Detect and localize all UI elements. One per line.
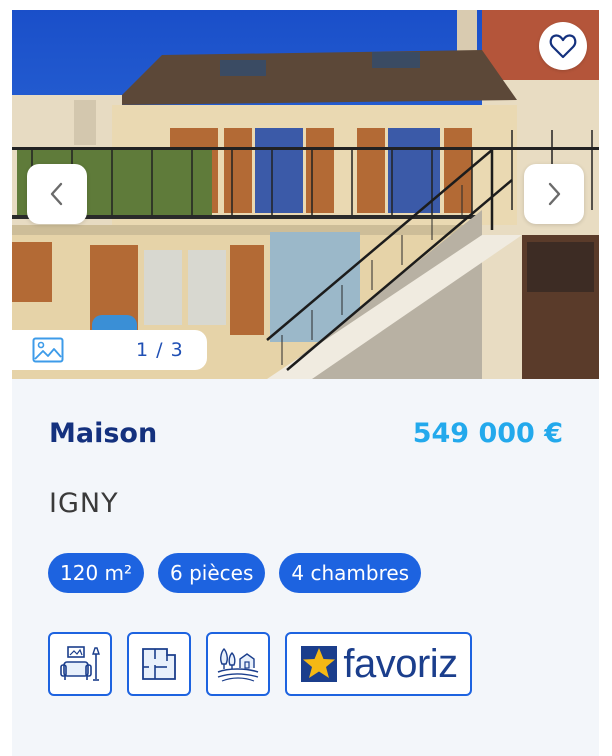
image-gallery-icon	[32, 337, 64, 363]
tag-surface: 120 m²	[48, 553, 145, 593]
feature-badges: favoriz	[48, 632, 472, 696]
house-photo-image	[12, 10, 599, 379]
property-price: 549 000 €	[412, 418, 563, 449]
next-photo-button[interactable]	[524, 164, 584, 224]
countryside-icon	[217, 648, 259, 682]
favorite-button[interactable]	[539, 22, 587, 70]
floor-plan-icon	[142, 648, 176, 680]
property-type: Maison	[49, 418, 158, 449]
property-city: IGNY	[49, 488, 119, 519]
listing-card[interactable]: 1 / 3 Maison 549 000 € IGNY 120 m² 6 piè…	[12, 10, 599, 756]
tag-rooms: 6 pièces	[158, 553, 266, 593]
favoriz-wordmark: favoriz	[343, 642, 458, 686]
furnished-living-room-icon	[60, 646, 100, 681]
chevron-left-icon	[50, 182, 63, 206]
listing-photo[interactable]: 1 / 3	[12, 10, 599, 379]
badge-furnished	[48, 632, 112, 696]
heart-outline-icon	[549, 34, 577, 59]
previous-photo-button[interactable]	[27, 164, 87, 224]
badge-floor-plan	[127, 632, 191, 696]
photo-counter-text: 1 / 3	[136, 339, 184, 361]
badge-partner-favoriz[interactable]: favoriz	[285, 632, 472, 696]
badge-countryside	[206, 632, 270, 696]
favoriz-logo: favoriz	[299, 642, 458, 686]
property-tags: 120 m² 6 pièces 4 chambres	[48, 553, 422, 593]
chevron-right-icon	[548, 182, 561, 206]
star-logo-icon	[301, 646, 338, 682]
photo-counter[interactable]: 1 / 3	[12, 330, 207, 370]
tag-bedrooms: 4 chambres	[279, 553, 422, 593]
